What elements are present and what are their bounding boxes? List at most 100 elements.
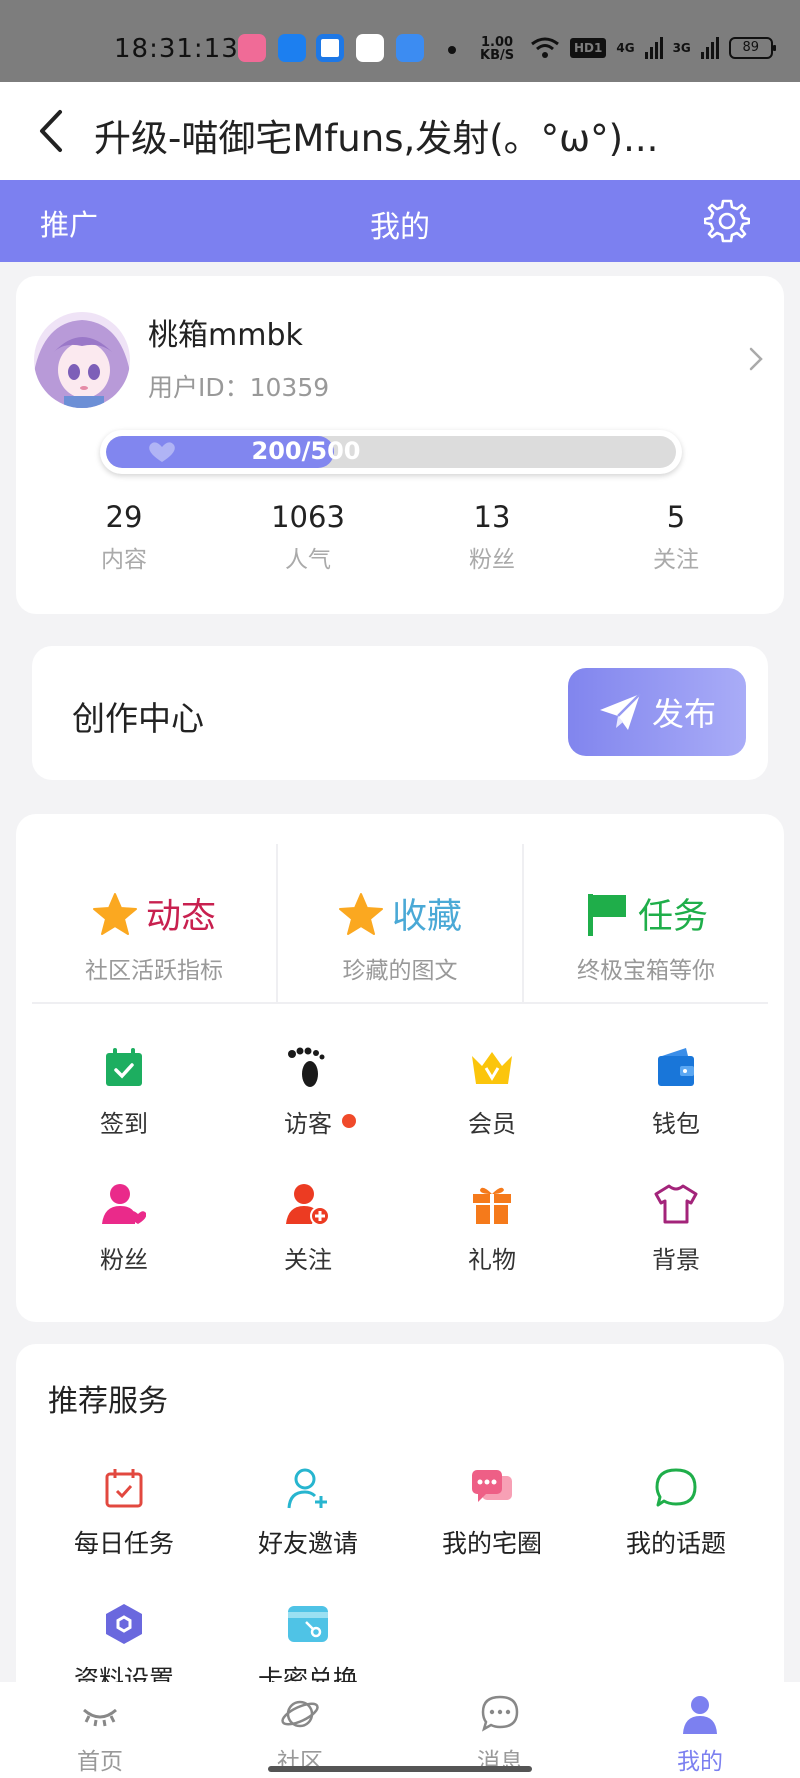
speech-bubble-icon bbox=[655, 1468, 697, 1507]
paper-plane-icon bbox=[599, 693, 641, 730]
feature-head: 收藏 bbox=[278, 888, 522, 939]
grid-item-visitors[interactable]: 访客 bbox=[216, 1046, 400, 1139]
net-speed: 1.00 KB/S bbox=[480, 36, 514, 62]
nav-messages[interactable]: 消息 bbox=[400, 1682, 600, 1778]
stat-content[interactable]: 29 内容 bbox=[32, 500, 216, 580]
service-my-topics[interactable]: 我的话题 bbox=[584, 1466, 768, 1560]
service-daily-task[interactable]: 每日任务 bbox=[32, 1466, 216, 1560]
feature-sub: 社区活跃指标 bbox=[85, 958, 223, 984]
grid-item-background[interactable]: 背景 bbox=[584, 1182, 768, 1275]
service-my-circle[interactable]: 我的宅圈 bbox=[400, 1466, 584, 1560]
grid-item-checkin[interactable]: 签到 bbox=[32, 1046, 216, 1139]
feature-head: 任务 bbox=[524, 888, 768, 939]
battery-indicator: 89 bbox=[728, 37, 776, 59]
card-key-icon bbox=[288, 1606, 328, 1642]
user-id: 用户ID：10359 bbox=[148, 368, 329, 404]
grid-item-wallet[interactable]: 钱包 bbox=[584, 1046, 768, 1139]
creation-center-title: 创作中心 bbox=[72, 699, 204, 738]
hd-badge: HD1 bbox=[570, 38, 607, 58]
user-heart-icon bbox=[102, 1184, 146, 1224]
service-label: 我的宅圈 bbox=[441, 1529, 542, 1558]
publish-label: 发布 bbox=[651, 695, 716, 733]
avatar[interactable] bbox=[34, 312, 130, 408]
menu-card: 动态 社区活跃指标 收藏 珍藏的图文 任务 终极宝箱等你 签到 访客 会员 钱包… bbox=[16, 814, 784, 1322]
service-label: 好友邀请 bbox=[257, 1529, 358, 1558]
creation-center-card: 创作中心 发布 bbox=[32, 646, 768, 780]
grid-label: 关注 bbox=[284, 1246, 332, 1274]
status-bar: 18:31:13 1.00 KB/S HD1 4G 3G 89 bbox=[0, 0, 800, 82]
shirt-icon bbox=[654, 1184, 698, 1224]
signal-3g: 3G bbox=[672, 41, 691, 55]
feature-activity[interactable]: 动态 社区活跃指标 bbox=[32, 844, 278, 1002]
store-app-icon bbox=[356, 34, 384, 62]
files-app-icon bbox=[396, 34, 424, 62]
grid-label: 访客 bbox=[284, 1110, 332, 1138]
nav-mine[interactable]: 我的 bbox=[600, 1682, 800, 1778]
signal-bars-icon bbox=[644, 37, 663, 59]
feature-row: 动态 社区活跃指标 收藏 珍藏的图文 任务 终极宝箱等你 bbox=[32, 844, 768, 1004]
stat-value: 29 bbox=[105, 500, 143, 534]
wifi-icon bbox=[531, 37, 559, 58]
signal-4g: 4G bbox=[616, 41, 635, 55]
publish-button[interactable]: 发布 bbox=[568, 668, 746, 756]
heart-icon bbox=[149, 442, 175, 462]
bilibili-app-icon bbox=[238, 34, 266, 62]
planet-icon bbox=[281, 1700, 319, 1728]
grid-label: 背景 bbox=[652, 1246, 700, 1274]
bottom-nav: 首页 社区 消息 我的 bbox=[0, 1682, 800, 1778]
grid-label: 礼物 bbox=[468, 1246, 516, 1274]
gesture-bar[interactable] bbox=[268, 1766, 532, 1772]
wallet-icon bbox=[658, 1048, 694, 1086]
grid-label: 粉丝 bbox=[100, 1246, 148, 1274]
stat-label: 粉丝 bbox=[469, 547, 515, 573]
feature-head: 动态 bbox=[32, 888, 276, 939]
feature-tasks[interactable]: 任务 终极宝箱等你 bbox=[524, 844, 768, 1002]
username: 桃箱mmbk bbox=[148, 318, 303, 353]
grid-item-gift[interactable]: 礼物 bbox=[400, 1182, 584, 1275]
stat-popularity[interactable]: 1063 人气 bbox=[216, 500, 400, 580]
grid-item-vip[interactable]: 会员 bbox=[400, 1046, 584, 1139]
stat-value: 1063 bbox=[271, 500, 345, 534]
stat-label: 关注 bbox=[653, 547, 699, 573]
feature-name: 任务 bbox=[637, 897, 708, 937]
stat-following[interactable]: 5 关注 bbox=[584, 500, 768, 580]
grid-label: 钱包 bbox=[652, 1110, 700, 1138]
calendar-check-icon bbox=[106, 1048, 142, 1086]
browser-app-icon bbox=[316, 34, 344, 62]
notification-dot bbox=[448, 46, 456, 54]
system-icons: HD1 4G 3G 89 bbox=[530, 36, 776, 60]
service-invite-friend[interactable]: 好友邀请 bbox=[216, 1466, 400, 1560]
back-arrow-icon[interactable] bbox=[32, 106, 72, 156]
level-progress-bar: 200/500 bbox=[100, 430, 682, 474]
services-title: 推荐服务 bbox=[48, 1384, 168, 1419]
page-title: 升级-喵御宅Mfuns,发射(。°ω°)... bbox=[94, 117, 659, 160]
profile-stats: 29 内容 1063 人气 13 粉丝 5 关注 bbox=[16, 500, 784, 580]
grid-item-fans[interactable]: 粉丝 bbox=[32, 1182, 216, 1275]
feature-favorites[interactable]: 收藏 珍藏的图文 bbox=[278, 844, 524, 1002]
avatar-image bbox=[34, 312, 130, 408]
chevron-right-icon[interactable] bbox=[746, 344, 766, 374]
grid-item-follow[interactable]: 关注 bbox=[216, 1182, 400, 1275]
profile-card: 桃箱mmbk 用户ID：10359 200/500 29 内容 1063 人气 13… bbox=[16, 276, 784, 614]
title-bar: 升级-喵御宅Mfuns,发射(。°ω°)... bbox=[0, 82, 800, 180]
stat-fans[interactable]: 13 粉丝 bbox=[400, 500, 584, 580]
gift-icon bbox=[473, 1187, 511, 1224]
flag-icon bbox=[587, 893, 626, 936]
progress-fill bbox=[106, 436, 334, 468]
user-id-value: 10359 bbox=[249, 373, 330, 402]
nav-home[interactable]: 首页 bbox=[0, 1682, 200, 1778]
eye-closed-icon bbox=[83, 1708, 117, 1727]
service-label: 我的话题 bbox=[625, 1529, 726, 1558]
feature-name: 动态 bbox=[145, 897, 216, 937]
tab-promote[interactable]: 推广 bbox=[40, 202, 98, 244]
nav-label: 我的 bbox=[677, 1749, 723, 1775]
tab-mine[interactable]: 我的 bbox=[370, 210, 430, 245]
message-icon bbox=[481, 1695, 519, 1732]
footprints-icon bbox=[288, 1047, 325, 1087]
gear-icon[interactable] bbox=[704, 198, 750, 244]
new-visitor-badge bbox=[342, 1114, 356, 1128]
nav-community[interactable]: 社区 bbox=[200, 1682, 400, 1778]
status-time: 18:31:13 bbox=[114, 34, 239, 64]
star-icon bbox=[338, 892, 383, 935]
services-row-1: 每日任务 好友邀请 我的宅圈 我的话题 bbox=[16, 1466, 784, 1560]
